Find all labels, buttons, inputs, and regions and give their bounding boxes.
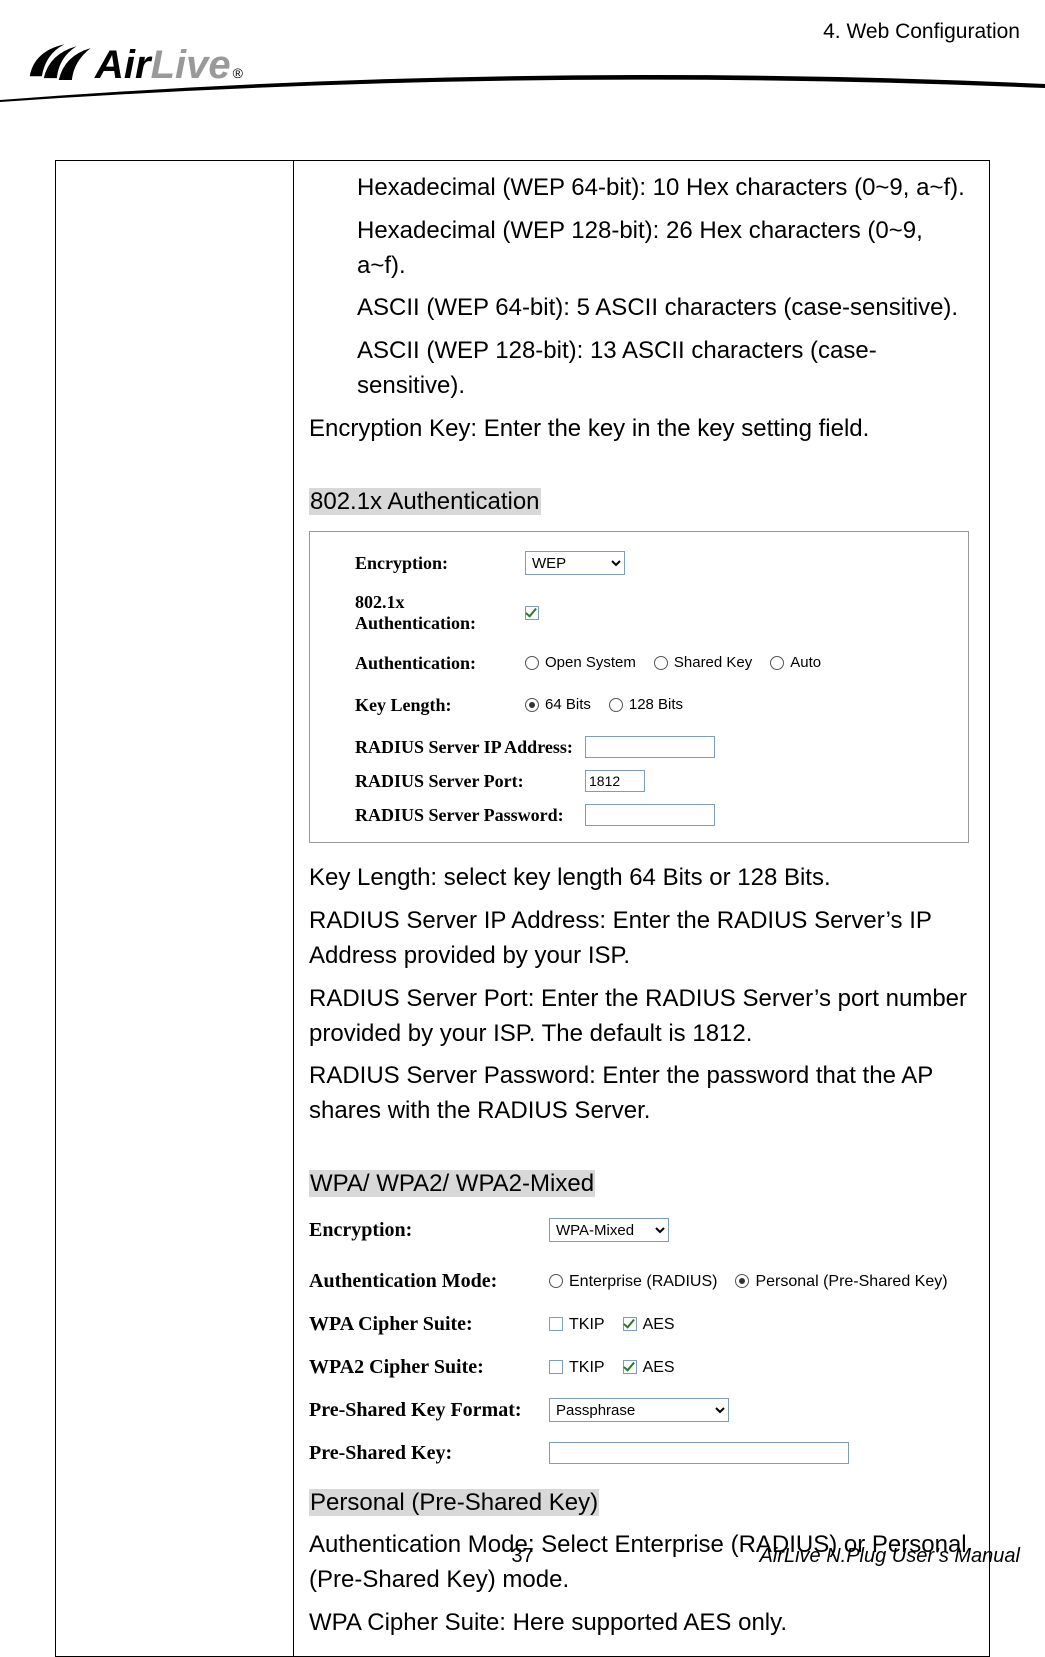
label-auth-auto: Auto	[790, 652, 821, 674]
radio-key-64[interactable]	[525, 698, 539, 712]
checkbox-wpa-aes[interactable]	[623, 1317, 637, 1331]
label-key-64: 64 Bits	[545, 694, 591, 716]
panel-8021x: Encryption: WEP 802.1x Authentication: A…	[309, 531, 969, 843]
text-enckey: Encryption Key: Enter the key in the key…	[309, 412, 974, 447]
label-psk: Pre-Shared Key:	[309, 1439, 549, 1468]
checkbox-wpa2-tkip[interactable]	[549, 1360, 563, 1374]
input-psk[interactable]	[549, 1442, 849, 1464]
content-table: Hexadecimal (WEP 64-bit): 10 Hex charact…	[55, 160, 990, 1657]
label-auth-open: Open System	[545, 652, 636, 674]
heading-personal: Personal (Pre-Shared Key)	[309, 1489, 599, 1516]
label-wpa-cipher: WPA Cipher Suite:	[309, 1310, 549, 1339]
label-psk-format: Pre-Shared Key Format:	[309, 1396, 549, 1425]
text-ascii128: ASCII (WEP 128-bit): 13 ASCII characters…	[309, 334, 974, 404]
label-wpa2-cipher: WPA2 Cipher Suite:	[309, 1353, 549, 1382]
text-ascii64: ASCII (WEP 64-bit): 5 ASCII characters (…	[309, 291, 974, 326]
text-cipher: WPA Cipher Suite: Here supported AES onl…	[309, 1606, 974, 1641]
label-authentication: Authentication:	[355, 650, 525, 676]
checkbox-wpa-tkip[interactable]	[549, 1317, 563, 1331]
checkbox-wpa2-aes[interactable]	[623, 1360, 637, 1374]
label-auth-shared: Shared Key	[674, 652, 752, 674]
text-radius-password: RADIUS Server Password: Enter the passwo…	[309, 1059, 974, 1129]
radio-authmode-enterprise[interactable]	[549, 1274, 563, 1288]
text-hex128: Hexadecimal (WEP 128-bit): 26 Hex charac…	[309, 214, 974, 284]
select-psk-format[interactable]: Passphrase	[549, 1398, 729, 1422]
label-wpa2-aes: AES	[643, 1356, 675, 1379]
heading-wpa: WPA/ WPA2/ WPA2-Mixed	[309, 1170, 595, 1197]
header-divider-swoosh	[0, 72, 1045, 102]
radio-authmode-personal[interactable]	[735, 1274, 749, 1288]
select-encryption[interactable]: WEP	[525, 551, 625, 575]
select-encryption2[interactable]: WPA-Mixed	[549, 1218, 669, 1242]
table-left-cell	[56, 161, 294, 1657]
checkbox-8021x[interactable]	[525, 606, 539, 620]
label-authmode-personal: Personal (Pre-Shared Key)	[755, 1270, 947, 1293]
label-authmode-enterprise: Enterprise (RADIUS)	[569, 1270, 717, 1293]
heading-8021x: 802.1x Authentication	[309, 488, 541, 515]
manual-title: AirLive N.Plug User’s Manual	[760, 1545, 1020, 1568]
label-authmode: Authentication Mode:	[309, 1267, 549, 1296]
label-radius-ip: RADIUS Server IP Address:	[355, 734, 585, 760]
radio-auth-auto[interactable]	[770, 656, 784, 670]
panel-wpa: Encryption: WPA-Mixed Authentication Mod…	[309, 1212, 974, 1472]
label-encryption2: Encryption:	[309, 1216, 549, 1245]
label-wpa2-tkip: TKIP	[569, 1356, 605, 1379]
text-keylength: Key Length: select key length 64 Bits or…	[309, 861, 974, 896]
label-radius-password: RADIUS Server Password:	[355, 802, 585, 828]
chapter-header: 4. Web Configuration	[823, 20, 1020, 44]
radio-auth-shared[interactable]	[654, 656, 668, 670]
radio-auth-open[interactable]	[525, 656, 539, 670]
input-radius-password[interactable]	[585, 804, 715, 826]
table-right-cell: Hexadecimal (WEP 64-bit): 10 Hex charact…	[294, 161, 990, 1657]
page-footer: 37 AirLive N.Plug User’s Manual	[0, 1545, 1045, 1568]
text-radius-port: RADIUS Server Port: Enter the RADIUS Ser…	[309, 982, 974, 1052]
input-radius-ip[interactable]	[585, 736, 715, 758]
label-8021x-auth: 802.1x Authentication:	[355, 592, 525, 633]
label-wpa-aes: AES	[643, 1313, 675, 1336]
label-radius-port: RADIUS Server Port:	[355, 768, 585, 794]
radio-key-128[interactable]	[609, 698, 623, 712]
label-key-128: 128 Bits	[629, 694, 683, 716]
label-wpa-tkip: TKIP	[569, 1313, 605, 1336]
label-keylength: Key Length:	[355, 692, 525, 718]
text-hex64: Hexadecimal (WEP 64-bit): 10 Hex charact…	[309, 171, 974, 206]
input-radius-port[interactable]	[585, 770, 645, 792]
text-radius-ip: RADIUS Server IP Address: Enter the RADI…	[309, 904, 974, 974]
page-number: 37	[511, 1545, 533, 1568]
label-encryption: Encryption:	[355, 550, 525, 576]
